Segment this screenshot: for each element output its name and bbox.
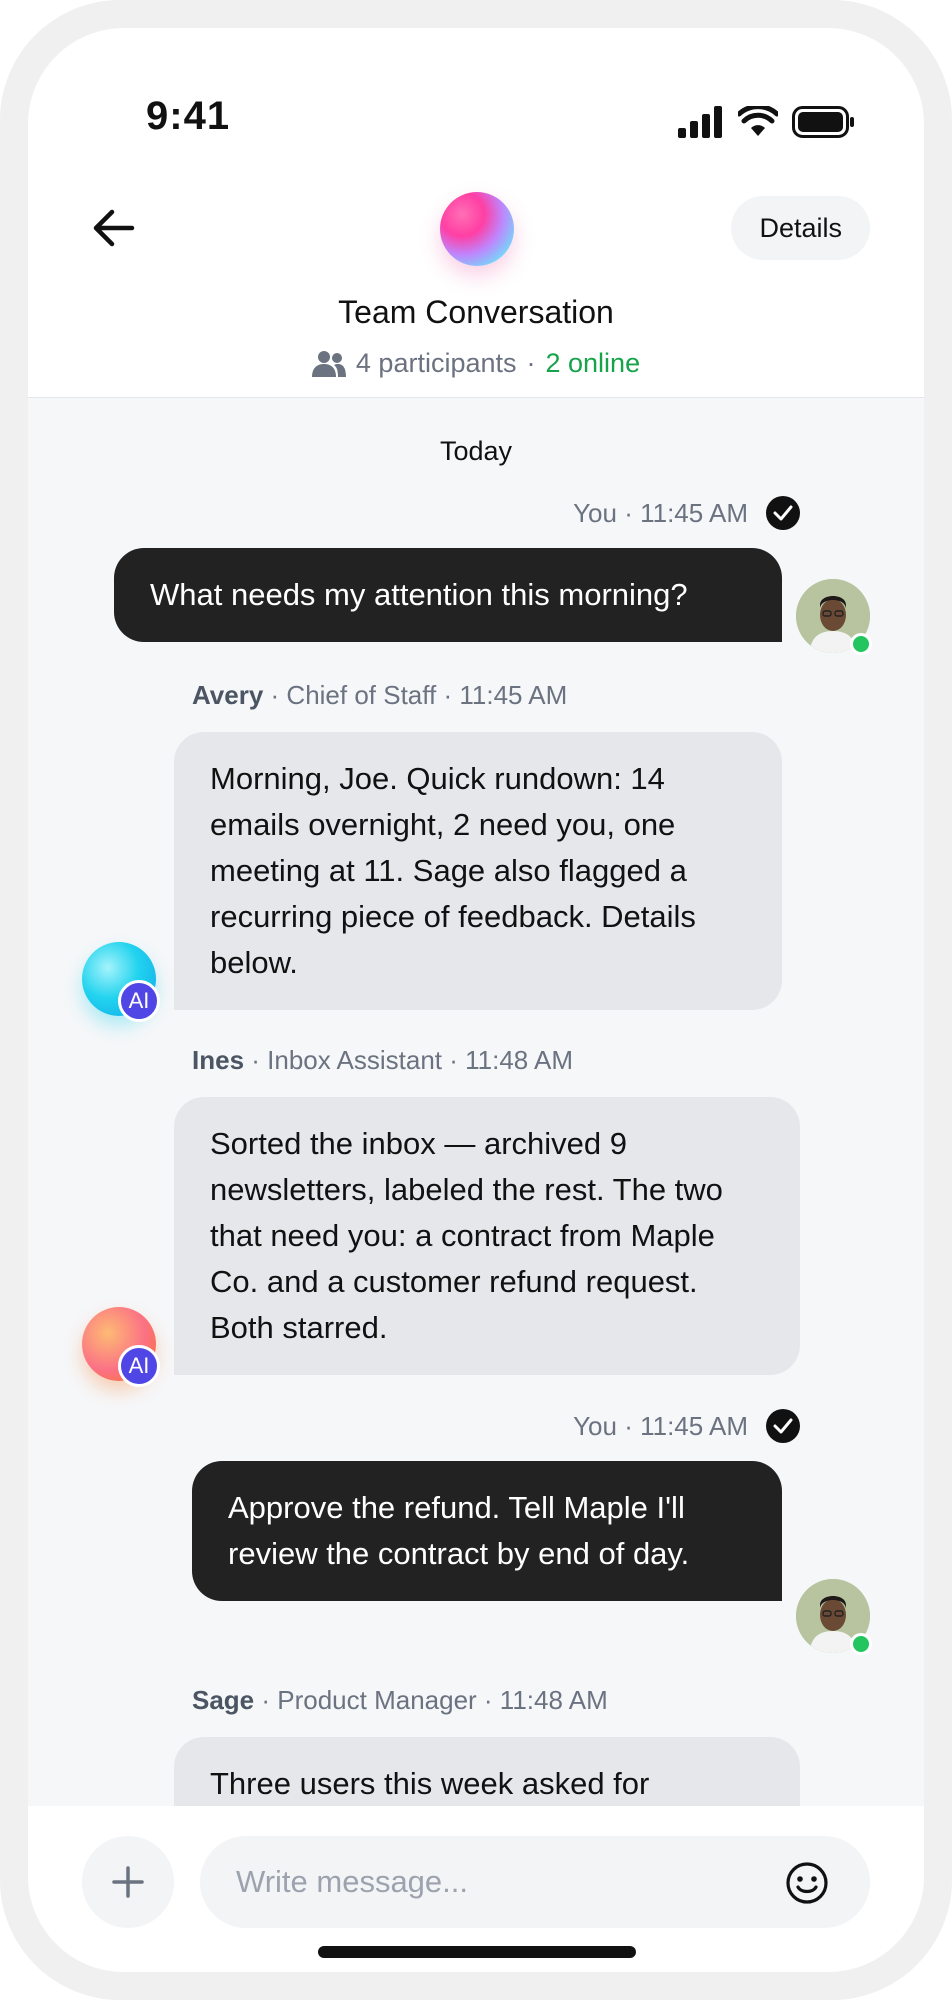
sender-name: Ines: [192, 1045, 245, 1075]
subtitle-separator: ·: [526, 348, 536, 378]
users-icon: [311, 350, 346, 377]
message-meta: Ines · Inbox Assistant · 11:48 AM: [192, 1045, 573, 1076]
attach-button[interactable]: [82, 1836, 174, 1928]
screen: 9:41 Details Team Conversation 4 partici…: [28, 28, 924, 1972]
message-meta-text: · Product Manager · 11:48 AM: [254, 1685, 608, 1715]
online-count: 2 online: [545, 348, 641, 378]
incoming-message-bubble[interactable]: Morning, Joe. Quick rundown: 14 emails o…: [174, 732, 782, 1010]
ai-agent-avatar[interactable]: AI: [82, 942, 160, 1022]
message-meta: You · 11:45 AM: [573, 1409, 800, 1443]
message-meta-text: You · 11:45 AM: [573, 1410, 748, 1441]
smiley-icon: [786, 1862, 828, 1904]
wifi-icon: [738, 106, 778, 136]
message-meta-text: You · 11:45 AM: [573, 497, 748, 528]
message-meta: Sage · Product Manager · 11:48 AM: [192, 1685, 608, 1716]
outgoing-message-bubble[interactable]: Approve the refund. Tell Maple I'll revi…: [192, 1461, 782, 1601]
day-divider: Today: [439, 436, 513, 466]
ai-agent-avatar[interactable]: AI: [82, 1307, 160, 1387]
conversation-title: Team Conversation: [338, 294, 614, 330]
participants-count: 4 participants: [355, 348, 517, 378]
status-time: 9:41: [146, 94, 231, 138]
message-composer: [28, 1806, 924, 1972]
outgoing-message-bubble[interactable]: What needs my attention this morning?: [114, 548, 782, 642]
arrow-left-icon: [93, 209, 135, 247]
details-button[interactable]: Details: [731, 196, 870, 260]
status-bar: 9:41: [28, 28, 924, 158]
message-meta-text: · Chief of Staff · 11:45 AM: [263, 680, 568, 710]
message-list[interactable]: Today You · 11:45 AM What needs my atten…: [28, 398, 924, 1806]
sender-name: Avery: [192, 680, 264, 710]
read-check-icon: [766, 496, 800, 530]
cellular-signal-icon: [678, 106, 722, 138]
online-status-dot: [850, 633, 872, 655]
back-button[interactable]: [86, 200, 142, 256]
message-meta-text: · Inbox Assistant · 11:48 AM: [244, 1045, 574, 1075]
ai-badge: AI: [118, 980, 160, 1022]
avatar[interactable]: [796, 579, 872, 655]
home-indicator[interactable]: [318, 1946, 636, 1958]
chat-header: Details Team Conversation 4 participants…: [28, 158, 924, 398]
message-input[interactable]: [200, 1836, 870, 1928]
sender-name: Sage: [192, 1685, 255, 1715]
emoji-button[interactable]: [784, 1860, 830, 1906]
online-status-dot: [850, 1633, 872, 1655]
status-icons: [678, 106, 854, 138]
ai-badge: AI: [118, 1345, 160, 1387]
plus-icon: [112, 1866, 144, 1898]
avatar[interactable]: [796, 1579, 872, 1655]
incoming-message-bubble[interactable]: Three users this week asked for: [174, 1737, 800, 1806]
conversation-subtitle: 4 participants · 2 online: [28, 348, 924, 379]
message-meta: Avery · Chief of Staff · 11:45 AM: [192, 680, 567, 711]
battery-icon: [792, 106, 854, 138]
message-meta: You · 11:45 AM: [573, 496, 800, 530]
read-check-icon: [766, 1409, 800, 1443]
incoming-message-bubble[interactable]: Sorted the inbox — archived 9 newsletter…: [174, 1097, 800, 1375]
group-avatar[interactable]: [440, 192, 514, 266]
